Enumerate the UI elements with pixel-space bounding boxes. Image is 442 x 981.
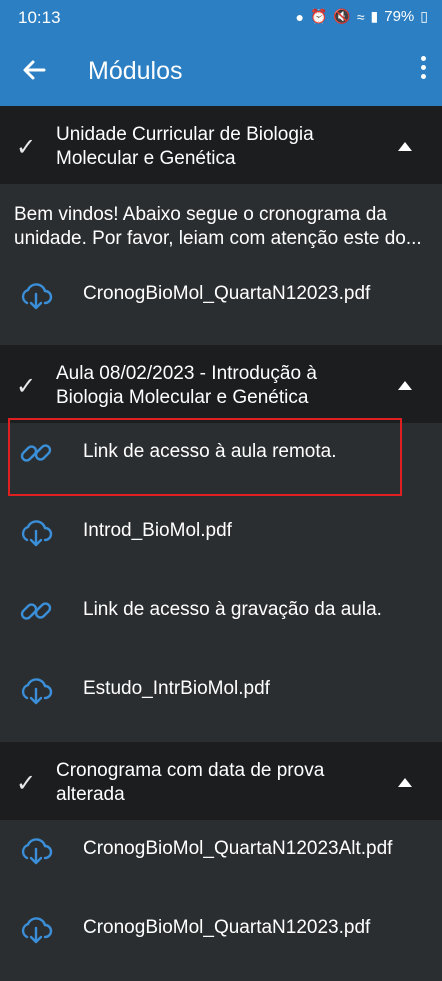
- back-arrow-icon[interactable]: [18, 54, 50, 86]
- list-item[interactable]: CronogBioMol_QuartaN12023.pdf: [0, 256, 442, 334]
- signal-icon: ▮: [370, 8, 379, 24]
- list-item-label: CronogBioMol_QuartaN12023.pdf: [83, 917, 371, 938]
- mute-icon: 🔇: [333, 8, 351, 24]
- cloud-download-icon: [18, 514, 54, 550]
- list-item[interactable]: CronogBioMol_QuartaN12023.pdf: [0, 890, 442, 968]
- app-bar: Módulos: [0, 36, 442, 106]
- cloud-download-icon: [18, 911, 54, 947]
- list-item[interactable]: Link de acesso à gravação da aula.: [0, 572, 442, 650]
- cloud-download-icon: [18, 277, 54, 313]
- battery-level: 79%: [384, 8, 415, 25]
- list-item-label: CronogBioMol_QuartaN12023.pdf: [83, 283, 371, 304]
- battery-icon: ▯: [420, 8, 428, 24]
- wifi-icon: ≈: [356, 8, 365, 25]
- check-icon: ✓: [16, 134, 37, 161]
- list-item[interactable]: Introd_BioMol.pdf: [0, 493, 442, 571]
- section-title: Cronograma com data de prova alterada: [56, 760, 325, 805]
- section-title: Aula 08/02/2023 - Introdução à Biologia …: [56, 363, 317, 408]
- section-header-aula[interactable]: ✓ Aula 08/02/2023 - Introdução à Biologi…: [0, 345, 442, 423]
- link-icon: [18, 593, 54, 629]
- alarm-icon: ⏰: [309, 8, 328, 24]
- section-header-unidade[interactable]: ✓ Unidade Curricular de Biologia Molecul…: [0, 106, 442, 184]
- cloud-download-icon: [18, 832, 54, 868]
- check-icon: ✓: [16, 770, 37, 797]
- highlight-box: [8, 418, 402, 496]
- page-title: Módulos: [88, 57, 183, 85]
- section-title: Unidade Curricular de Biologia Molecular…: [56, 124, 314, 169]
- status-time: 10:13: [18, 8, 61, 27]
- notification-icon: ●: [295, 8, 304, 25]
- cloud-download-icon: [18, 672, 54, 708]
- status-icons: ● ⏰ 🔇 ≈ ▮ 79% ▯: [296, 8, 429, 25]
- collapse-caret-icon[interactable]: [398, 381, 412, 390]
- check-icon: ✓: [16, 373, 37, 400]
- list-item-label: Estudo_IntrBioMol.pdf: [83, 678, 270, 699]
- more-options-icon[interactable]: [418, 56, 428, 86]
- section-header-cronograma[interactable]: ✓ Cronograma com data de prova alterada: [0, 742, 442, 820]
- section-description: Bem vindos! Abaixo segue o cronograma da…: [14, 204, 422, 249]
- status-bar: 10:13 ● ⏰ 🔇 ≈ ▮ 79% ▯: [0, 0, 442, 36]
- list-item-label: CronogBioMol_QuartaN12023Alt.pdf: [83, 838, 393, 859]
- list-item-label: Link de acesso à gravação da aula.: [83, 599, 382, 620]
- collapse-caret-icon[interactable]: [398, 142, 412, 151]
- collapse-caret-icon[interactable]: [398, 778, 412, 787]
- list-item[interactable]: Estudo_IntrBioMol.pdf: [0, 651, 442, 729]
- list-item-label: Introd_BioMol.pdf: [83, 520, 232, 541]
- list-item[interactable]: CronogBioMol_QuartaN12023Alt.pdf: [0, 811, 442, 889]
